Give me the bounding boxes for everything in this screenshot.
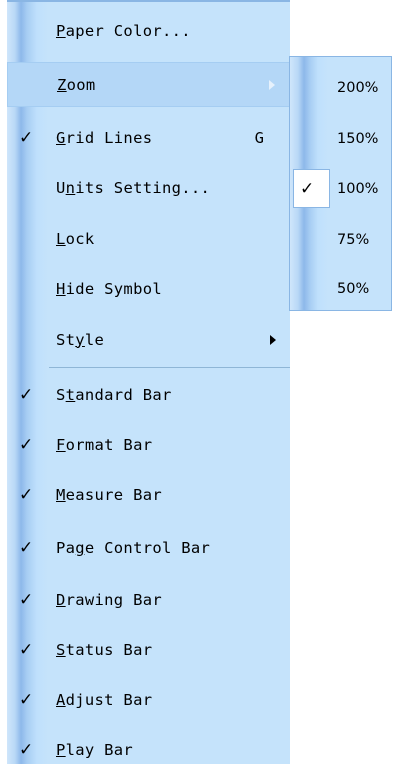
menu-item-zoom[interactable]: Zoom [7, 62, 290, 107]
menu-item-hide-symbol[interactable]: Hide Symbol [7, 266, 290, 311]
checkmark-icon: ✓ [19, 127, 34, 148]
zoom-option-label: 100% [337, 180, 379, 197]
zoom-option-label: 200% [337, 79, 379, 96]
checkmark-icon: ✓ [19, 537, 34, 558]
menu-item-standard-bar[interactable]: ✓ St andard Bar [7, 372, 290, 417]
zoom-option[interactable]: 150% [290, 113, 391, 164]
checkmark-icon: ✓ [19, 434, 34, 455]
menu-item-drawing-bar[interactable]: ✓ Drawing Bar [7, 577, 290, 622]
menu-item-label: Pa g e Control Bar [56, 538, 211, 557]
menu-item-label: Paper Color... [56, 21, 191, 40]
zoom-option-label: 75% [337, 231, 370, 248]
menu-item-page-control-bar[interactable]: ✓ Pa g e Control Bar [7, 525, 290, 570]
menu-item-label: Measure Bar [56, 485, 162, 504]
zoom-option[interactable]: 200% [290, 62, 391, 113]
zoom-option-label: 50% [337, 280, 370, 297]
zoom-option[interactable]: 50% [290, 263, 391, 314]
menu-item-format-bar[interactable]: ✓ Format Bar [7, 422, 290, 467]
menu-item-style[interactable]: St y le [7, 317, 290, 362]
menu-item-label: Play Bar [56, 740, 134, 759]
checkmark-icon: ✓ [19, 589, 34, 610]
view-menu: Paper Color... Zoom ✓ Grid Lines G Un its Sett… [7, 0, 290, 764]
menu-item-label: Zoom [57, 75, 96, 94]
menu-item-label: Hide Symbol [56, 279, 162, 298]
menu-item-status-bar[interactable]: ✓ Status Bar [7, 627, 290, 672]
shortcut-label: G [254, 128, 264, 147]
menu-item-measure-bar[interactable]: ✓ Measure Bar [7, 472, 290, 517]
zoom-option[interactable]: ✓ 100% [290, 163, 391, 214]
menu-item-label: Un its Setting... [56, 178, 211, 197]
menu-item-lock[interactable]: Lock [7, 216, 290, 261]
submenu-arrow-icon [270, 317, 276, 362]
menu-item-label: Drawing Bar [56, 590, 162, 609]
menu-item-grid-lines[interactable]: ✓ Grid Lines G [7, 115, 290, 160]
checkmark-icon: ✓ [300, 178, 315, 199]
zoom-submenu: 200% 150% ✓ 100% 75% 50% [289, 56, 392, 311]
zoom-option[interactable]: 75% [290, 214, 391, 265]
menu-item-label: Format Bar [56, 435, 153, 454]
checkmark-icon: ✓ [19, 739, 34, 760]
menu-item-label: St andard Bar [56, 385, 172, 404]
menu-item-label: St y le [56, 330, 105, 349]
menu-item-units-setting[interactable]: Un its Setting... [7, 165, 290, 210]
menu-item-label: Adjust Bar [56, 690, 153, 709]
submenu-arrow-icon [269, 63, 275, 106]
checkmark-icon: ✓ [19, 639, 34, 660]
checkmark-icon: ✓ [19, 484, 34, 505]
zoom-option-label: 150% [337, 130, 379, 147]
menu-item-label: Status Bar [56, 640, 153, 659]
menu-separator [49, 367, 290, 368]
checkmark-icon: ✓ [19, 689, 34, 710]
menu-item-label: Lock [56, 229, 95, 248]
menu-item-adjust-bar[interactable]: ✓ Adjust Bar [7, 677, 290, 722]
menu-item-play-bar[interactable]: ✓ Play Bar [7, 727, 290, 764]
menu-item-label: Grid Lines [56, 128, 153, 147]
checkmark-icon: ✓ [19, 384, 34, 405]
menu-item-paper-color[interactable]: Paper Color... [7, 8, 290, 53]
